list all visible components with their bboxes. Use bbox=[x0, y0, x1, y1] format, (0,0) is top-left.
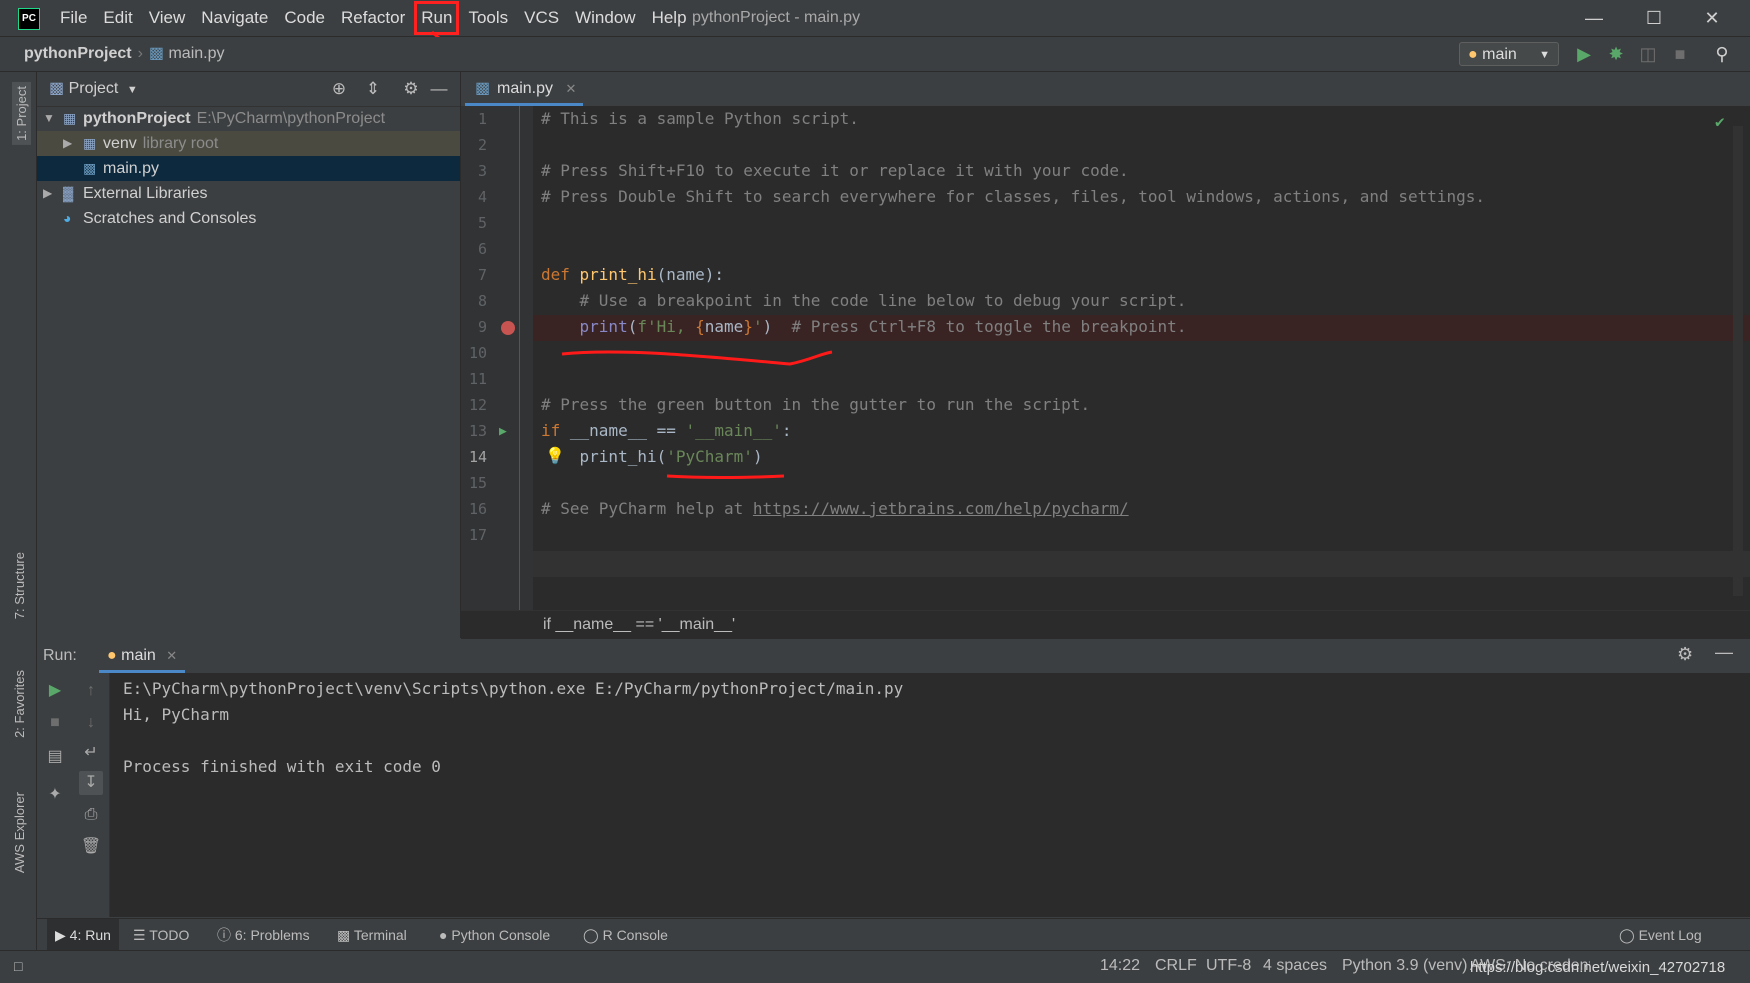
tab-python-console[interactable]: ● Python Console bbox=[439, 919, 550, 951]
print-icon[interactable]: ⎙ bbox=[79, 803, 103, 827]
caret-position[interactable]: 14:22 bbox=[1100, 951, 1140, 981]
layout-icon[interactable]: ▤ bbox=[43, 745, 67, 769]
run-panel-label: Run: bbox=[43, 647, 77, 664]
tab-label: 4: Run bbox=[69, 927, 111, 943]
tool-window-tabs: ▶ 4: Run ☰ TODO ⓘ 6: Problems ▩ Terminal… bbox=[37, 918, 1750, 951]
editor-breadcrumb[interactable]: if __name__ == '__main__' bbox=[543, 611, 735, 639]
soft-wrap-icon[interactable]: ↵ bbox=[79, 741, 103, 765]
event-log-button[interactable]: ◯ Event Log bbox=[1619, 919, 1702, 951]
run-panel: ▶ ■ ▤ ✦ ↑ ↓ ↵ ↧ ⎙ 🗑 E:\PyCharm\pythonPro… bbox=[37, 673, 1750, 917]
toggle-tool-windows-icon[interactable]: □ bbox=[14, 951, 22, 981]
gear-icon[interactable]: ⚙ bbox=[1677, 644, 1693, 665]
run-tab-label: main bbox=[121, 647, 156, 664]
console-output-line: E:\PyCharm\pythonProject\venv\Scripts\py… bbox=[123, 679, 904, 698]
tab-run[interactable]: ▶ 4: Run bbox=[47, 919, 119, 951]
stop-icon[interactable]: ■ bbox=[43, 711, 67, 735]
pin-icon[interactable]: ✦ bbox=[43, 783, 67, 807]
arrow-down-icon[interactable]: ↓ bbox=[79, 711, 103, 735]
line-separator[interactable]: CRLF bbox=[1155, 951, 1197, 981]
run-panel-header: Run: ● main ✕ ⚙ — bbox=[37, 639, 1750, 674]
close-tab-icon[interactable]: ✕ bbox=[166, 648, 177, 663]
run-tab-main[interactable]: ● main ✕ bbox=[99, 639, 186, 673]
file-encoding[interactable]: UTF-8 bbox=[1206, 951, 1251, 981]
console-output-line: Hi, PyCharm bbox=[123, 705, 229, 724]
hide-panel-icon[interactable]: — bbox=[1715, 642, 1733, 663]
tab-todo[interactable]: ☰ TODO bbox=[133, 919, 189, 951]
rerun-icon[interactable]: ▶ bbox=[43, 679, 67, 703]
run-toolbar-primary: ▶ ■ ▤ ✦ bbox=[37, 673, 73, 917]
event-log-label: Event Log bbox=[1638, 927, 1702, 943]
run-toolbar-secondary: ↑ ↓ ↵ ↧ ⎙ 🗑 bbox=[73, 673, 110, 917]
tab-label: TODO bbox=[149, 927, 190, 943]
status-bar: □ 14:22 CRLF UTF-8 4 spaces Python 3.9 (… bbox=[0, 950, 1750, 981]
tab-terminal[interactable]: ▩ Terminal bbox=[337, 919, 407, 951]
tab-label: 6: Problems bbox=[234, 927, 310, 943]
trash-icon[interactable]: 🗑 bbox=[79, 835, 103, 859]
python-icon: ● bbox=[107, 647, 117, 664]
tab-label: R Console bbox=[602, 927, 668, 943]
indent-setting[interactable]: 4 spaces bbox=[1263, 951, 1327, 981]
watermark: https://blog.csdn.net/weixin_42702718 bbox=[1470, 959, 1726, 976]
tab-label: Python Console bbox=[451, 927, 551, 943]
console-output-line: Process finished with exit code 0 bbox=[123, 757, 441, 776]
tab-problems[interactable]: ⓘ 6: Problems bbox=[217, 919, 310, 951]
editor-breadcrumb-bar: if __name__ == '__main__' bbox=[461, 610, 1750, 639]
python-interpreter[interactable]: Python 3.9 (venv) bbox=[1342, 951, 1467, 981]
tab-r-console[interactable]: ◯ R Console bbox=[583, 919, 668, 951]
arrow-up-icon[interactable]: ↑ bbox=[79, 679, 103, 703]
tab-label: Terminal bbox=[353, 927, 407, 943]
scroll-to-end-icon[interactable]: ↧ bbox=[79, 771, 103, 795]
